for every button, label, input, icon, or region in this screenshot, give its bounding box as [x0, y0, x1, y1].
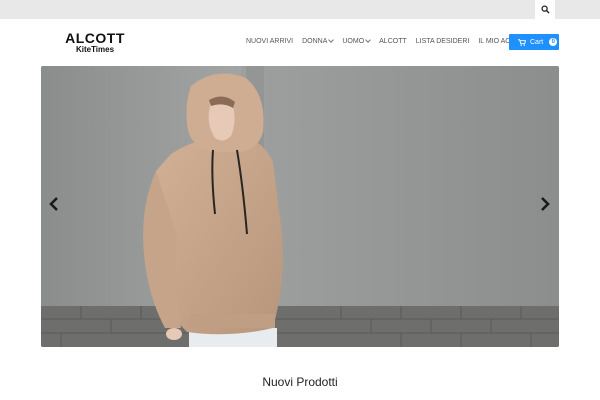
search-button[interactable] [535, 0, 555, 19]
nav-label: NUOVI ARRIVI [246, 37, 294, 45]
nav-label: DONNA [302, 37, 328, 45]
section-title: Nuovi Prodotti [262, 375, 338, 389]
logo-text: ALCOTT [65, 30, 125, 46]
cart-label: Cart [530, 38, 544, 46]
site-logo[interactable]: ALCOTT KiteTimes [60, 31, 130, 54]
nav-label: UOMO [342, 37, 365, 45]
nav-item-uomo[interactable]: UOMO [342, 37, 371, 45]
search-icon [540, 1, 550, 19]
chevron-down-icon [328, 37, 335, 43]
cart-count-badge: 0 [549, 38, 558, 46]
nav-item-lista-desideri[interactable]: LISTA DESIDERI [416, 38, 470, 45]
hero-photo [41, 66, 559, 347]
nav-label: LISTA DESIDERI [415, 37, 470, 45]
nav-item-nuovi-arrivi[interactable]: NUOVI ARRIVI [246, 38, 293, 45]
slider-next-button[interactable] [538, 196, 552, 216]
chevron-right-icon [540, 196, 550, 217]
logo-subtext: KiteTimes [75, 45, 115, 54]
cart-icon [518, 33, 527, 51]
cart-button[interactable]: Cart 0 [509, 34, 559, 50]
slider-prev-button[interactable] [47, 196, 61, 216]
nav-item-donna[interactable]: DONNA [302, 37, 335, 45]
hero-slider[interactable] [41, 66, 559, 347]
main-nav: NUOVI ARRIVI DONNA UOMO ALCOTT LISTA DES… [246, 34, 535, 48]
nav-item-alcott[interactable]: ALCOTT [379, 38, 407, 45]
top-utility-bar [0, 0, 600, 19]
nav-label: ALCOTT [379, 37, 407, 45]
chevron-down-icon [365, 37, 371, 43]
chevron-left-icon [49, 196, 59, 217]
